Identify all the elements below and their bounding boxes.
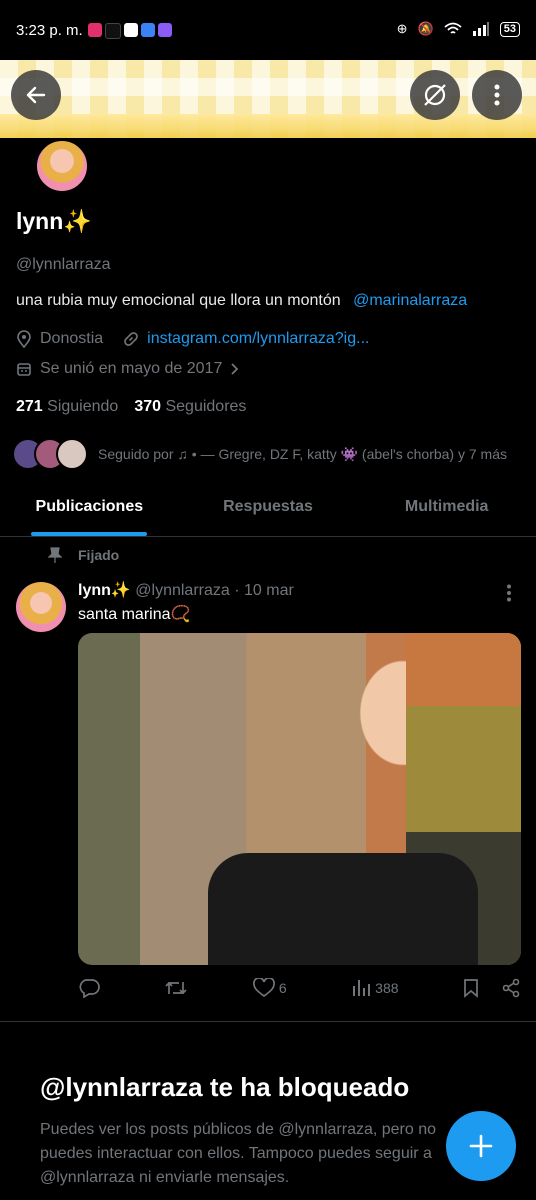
- pinned-indicator: Fijado: [48, 547, 119, 563]
- system-icons: ⊕ 🔕 53: [397, 21, 520, 37]
- followed-by-avatars: [12, 438, 88, 470]
- app-icon: [124, 23, 138, 37]
- pinned-label: Fijado: [78, 547, 120, 563]
- profile-location: Donostia: [40, 330, 104, 347]
- blocked-description: Puedes ver los posts públicos de @lynnla…: [40, 1121, 437, 1186]
- chevron-right-icon: [231, 363, 239, 375]
- following-count: 271: [16, 398, 43, 415]
- post-photo[interactable]: [78, 633, 521, 965]
- grok-button[interactable]: [410, 70, 460, 120]
- post-text: santa marina📿: [78, 606, 191, 623]
- back-button[interactable]: [11, 70, 61, 120]
- post-header: lynn✨ @lynnlarraza · 10 mar: [78, 580, 294, 600]
- profile-handle: @lynnlarraza: [16, 256, 111, 273]
- post-secondary-actions: [463, 978, 521, 998]
- reply-icon: [79, 979, 100, 998]
- more-options-button[interactable]: [472, 70, 522, 120]
- status-time: 3:23 p. m.: [16, 22, 83, 39]
- photo-subject-dress: [208, 853, 478, 965]
- more-vertical-icon: [494, 84, 500, 106]
- blocked-title: @lynnlarraza te ha bloqueado: [40, 1072, 410, 1102]
- profile-name: lynn✨: [16, 208, 92, 234]
- follower-avatar: [56, 438, 88, 470]
- followers-label: Seguidores: [165, 398, 247, 415]
- post-author-name[interactable]: lynn✨: [78, 582, 131, 599]
- followed-by-text: Seguido por ♫ • — Gregre, DZ F, katty 👾 …: [98, 445, 507, 462]
- bio-mention-link[interactable]: @marinalarraza: [353, 292, 467, 309]
- status-bar: 3:23 p. m. ⊕ 🔕 53: [0, 0, 536, 60]
- bookmark-icon[interactable]: [463, 978, 479, 998]
- profile-stats: 271 Siguiendo 370 Seguidores: [16, 398, 246, 416]
- link-icon: [124, 332, 138, 346]
- views-chart-icon: [353, 980, 371, 996]
- like-count: 6: [278, 980, 287, 996]
- location-icon: [17, 330, 31, 348]
- profile-bio: una rubia muy emocional que llora un mon…: [16, 292, 467, 310]
- tab-publicaciones[interactable]: Publicaciones: [0, 484, 179, 536]
- post-actions: 6 388: [78, 978, 521, 998]
- share-icon[interactable]: [501, 978, 521, 998]
- following-label: Siguiendo: [47, 398, 119, 415]
- profile-joined: Se unió en mayo de 2017: [40, 360, 223, 377]
- grok-icon: [424, 84, 446, 106]
- compose-button[interactable]: [446, 1111, 516, 1181]
- signal-icon: [472, 22, 489, 36]
- profile-tabs: Publicaciones Respuestas Multimedia: [0, 484, 536, 537]
- pin-icon: [48, 547, 62, 563]
- arrow-left-icon: [26, 86, 46, 104]
- app-icon: [158, 23, 172, 37]
- battery-indicator: 53: [499, 21, 520, 37]
- like-button[interactable]: 6: [253, 978, 287, 998]
- post-date[interactable]: · 10 mar: [234, 582, 294, 599]
- views-count: 388: [375, 980, 399, 996]
- profile-meta-row: Donostia instagram.com/lynnlarraza?ig...: [16, 330, 369, 348]
- tab-respuestas[interactable]: Respuestas: [179, 484, 358, 536]
- section-divider: [0, 1021, 536, 1022]
- tiktok-icon: [105, 23, 121, 39]
- app-icon: [141, 23, 155, 37]
- instagram-icon: [88, 23, 102, 37]
- wifi-icon: [444, 22, 462, 34]
- tab-multimedia[interactable]: Multimedia: [357, 484, 536, 536]
- heart-icon: [253, 978, 275, 998]
- followers-link[interactable]: 370 Seguidores: [134, 398, 246, 416]
- post-more-button[interactable]: [506, 584, 512, 607]
- following-link[interactable]: 271 Siguiendo: [16, 398, 118, 416]
- calendar-icon: [17, 363, 31, 376]
- post-author-handle[interactable]: @lynnlarraza: [135, 582, 230, 599]
- repost-button[interactable]: [164, 978, 188, 998]
- notification-icons: [88, 23, 172, 39]
- post-author-avatar[interactable]: [16, 582, 66, 632]
- mute-icon: 🔕: [417, 21, 434, 36]
- plus-icon: [469, 1134, 493, 1158]
- profile-joined-row[interactable]: Se unió en mayo de 2017: [16, 360, 240, 378]
- more-vertical-icon: [507, 584, 511, 602]
- reply-button[interactable]: [78, 978, 100, 998]
- alarm-icon: ⊕: [396, 21, 408, 36]
- followers-count: 370: [134, 398, 162, 415]
- followed-by-row[interactable]: Seguido por ♫ • — Gregre, DZ F, katty 👾 …: [12, 438, 507, 470]
- profile-avatar[interactable]: [34, 138, 90, 194]
- profile-website-link[interactable]: instagram.com/lynnlarraza?ig...: [147, 330, 369, 348]
- repost-icon: [165, 981, 188, 995]
- bio-text: una rubia muy emocional que llora un mon…: [16, 292, 341, 309]
- views-button[interactable]: 388: [351, 979, 399, 997]
